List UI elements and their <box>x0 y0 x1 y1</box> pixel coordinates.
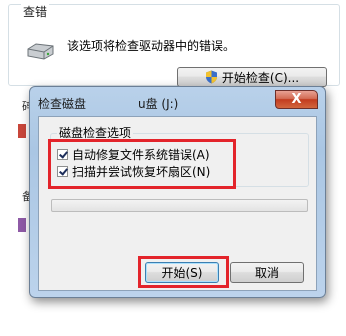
dialog-title-drive: u盘 (J:) <box>138 97 179 111</box>
close-icon: X <box>291 92 302 107</box>
start-check-button-label: 开始检查(C)... <box>221 70 300 85</box>
error-check-group: 查错 该选项将检查驱动器中的错误。 开始检查(C)... <box>8 3 340 87</box>
cancel-button-label: 取消 <box>254 266 279 280</box>
error-check-description: 该选项将检查驱动器中的错误。 <box>67 39 236 53</box>
backup-icon <box>18 218 26 232</box>
error-check-group-title: 查错 <box>21 3 50 20</box>
start-highlight-box <box>138 256 229 288</box>
cancel-button[interactable]: 取消 <box>230 262 304 283</box>
close-button[interactable]: X <box>275 90 318 109</box>
defrag-icon <box>18 124 26 138</box>
options-highlight-box <box>48 139 236 189</box>
dialog-title: 检查磁盘 <box>38 97 87 111</box>
start-check-button[interactable]: 开始检查(C)... <box>177 67 327 87</box>
drive-icon <box>27 43 54 60</box>
check-progress-bar <box>51 199 308 212</box>
uac-shield-icon <box>205 70 217 84</box>
